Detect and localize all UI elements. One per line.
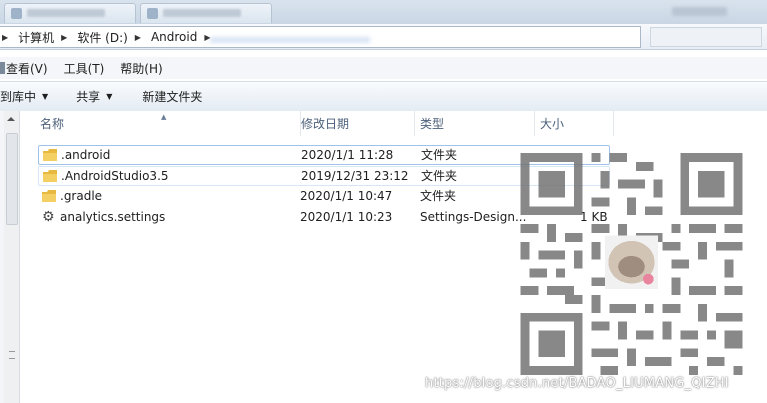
scroll-thumb[interactable] [6,133,18,225]
dropdown-arrow-icon: ▼ [42,92,49,101]
dropdown-arrow-icon: ▼ [106,92,113,101]
share-button[interactable]: 共享 ▼ [70,88,118,105]
breadcrumb-arrow[interactable]: ▶ [0,33,16,42]
file-name: .android [61,148,111,162]
menu-edge [0,62,5,74]
sort-ascending-icon: ▲ [161,113,167,121]
folder-icon [43,149,57,161]
breadcrumb-label: Android [150,30,198,44]
blurred-text [672,7,727,16]
share-label: 共享 [76,90,101,104]
file-modified: 2020/1/1 10:23 [300,210,393,224]
gear-icon: ⚙ [42,209,55,225]
column-label: 名称 [40,117,65,131]
column-header-modified[interactable]: 修改日期 [295,111,415,136]
file-name: .gradle [60,189,103,203]
menu-item-help[interactable]: 帮助(H) [114,60,168,77]
new-folder-label: 新建文件夹 [142,90,203,104]
blurred-overlay [210,37,370,43]
scroll-up-icon[interactable] [7,117,15,121]
column-header-name[interactable]: 名称 [34,111,301,136]
tab-blurred-2[interactable] [140,3,272,23]
breadcrumb-item-drive[interactable]: 软件 (D:) ▶ [75,29,149,46]
chevron-right-icon[interactable]: ▶ [135,33,141,42]
file-type: 文件夹 [421,148,458,162]
file-type: 文件夹 [421,169,458,183]
breadcrumb-label: 软件 (D:) [77,30,128,45]
column-header-type[interactable]: 类型 [414,111,535,136]
file-icon [11,8,22,19]
tab-blurred-1[interactable] [4,3,136,23]
new-folder-button[interactable]: 新建文件夹 [136,88,208,105]
file-name: analytics.settings [60,210,166,224]
breadcrumb-item-computer[interactable]: 计算机 ▶ [16,29,75,46]
file-type: Settings-Design... [420,210,526,224]
folder-icon [42,190,56,202]
qr-code-image [520,153,743,375]
file-name: .AndroidStudio3.5 [61,169,169,183]
include-in-library-label: 含到库中 [0,90,37,104]
menu-item-view[interactable]: 查看(V) [0,60,54,77]
file-icon [147,8,158,19]
browser-tab-strip [0,0,767,24]
search-input[interactable] [650,27,762,47]
folder-icon [43,170,57,182]
file-modified: 2020/1/1 11:28 [301,148,394,162]
command-bar: 含到库中 ▼ 共享 ▼ 新建文件夹 [0,81,767,112]
breadcrumb-label: 计算机 [18,30,55,45]
column-label: 修改日期 [301,117,350,131]
breadcrumb-item-android[interactable]: Android ▶ [149,30,219,44]
chevron-right-icon: ▶ [2,32,9,42]
nav-scrollbar[interactable] [4,111,20,403]
column-header-row: 名称 ▲ 修改日期 类型 大小 [20,111,767,136]
watermark-text: https://blog.csdn.net/BADAO_LIUMANG_QIZH… [425,376,729,391]
column-header-size[interactable]: 大小 [534,111,614,136]
column-label: 类型 [420,117,445,131]
menu-item-tools[interactable]: 工具(T) [58,60,111,77]
include-in-library-button[interactable]: 含到库中 ▼ [0,88,54,105]
file-type: 文件夹 [420,189,457,203]
scroll-grip-icon [9,351,15,359]
column-label: 大小 [540,117,565,131]
menu-bar: 查看(V) 工具(T) 帮助(H) [0,57,767,79]
address-bar: ▶ 计算机 ▶ 软件 (D:) ▶ Android ▶ [0,24,767,50]
file-modified: 2019/12/31 23:12 [301,169,409,183]
file-modified: 2020/1/1 10:47 [300,189,393,203]
chevron-right-icon[interactable]: ▶ [61,33,67,42]
